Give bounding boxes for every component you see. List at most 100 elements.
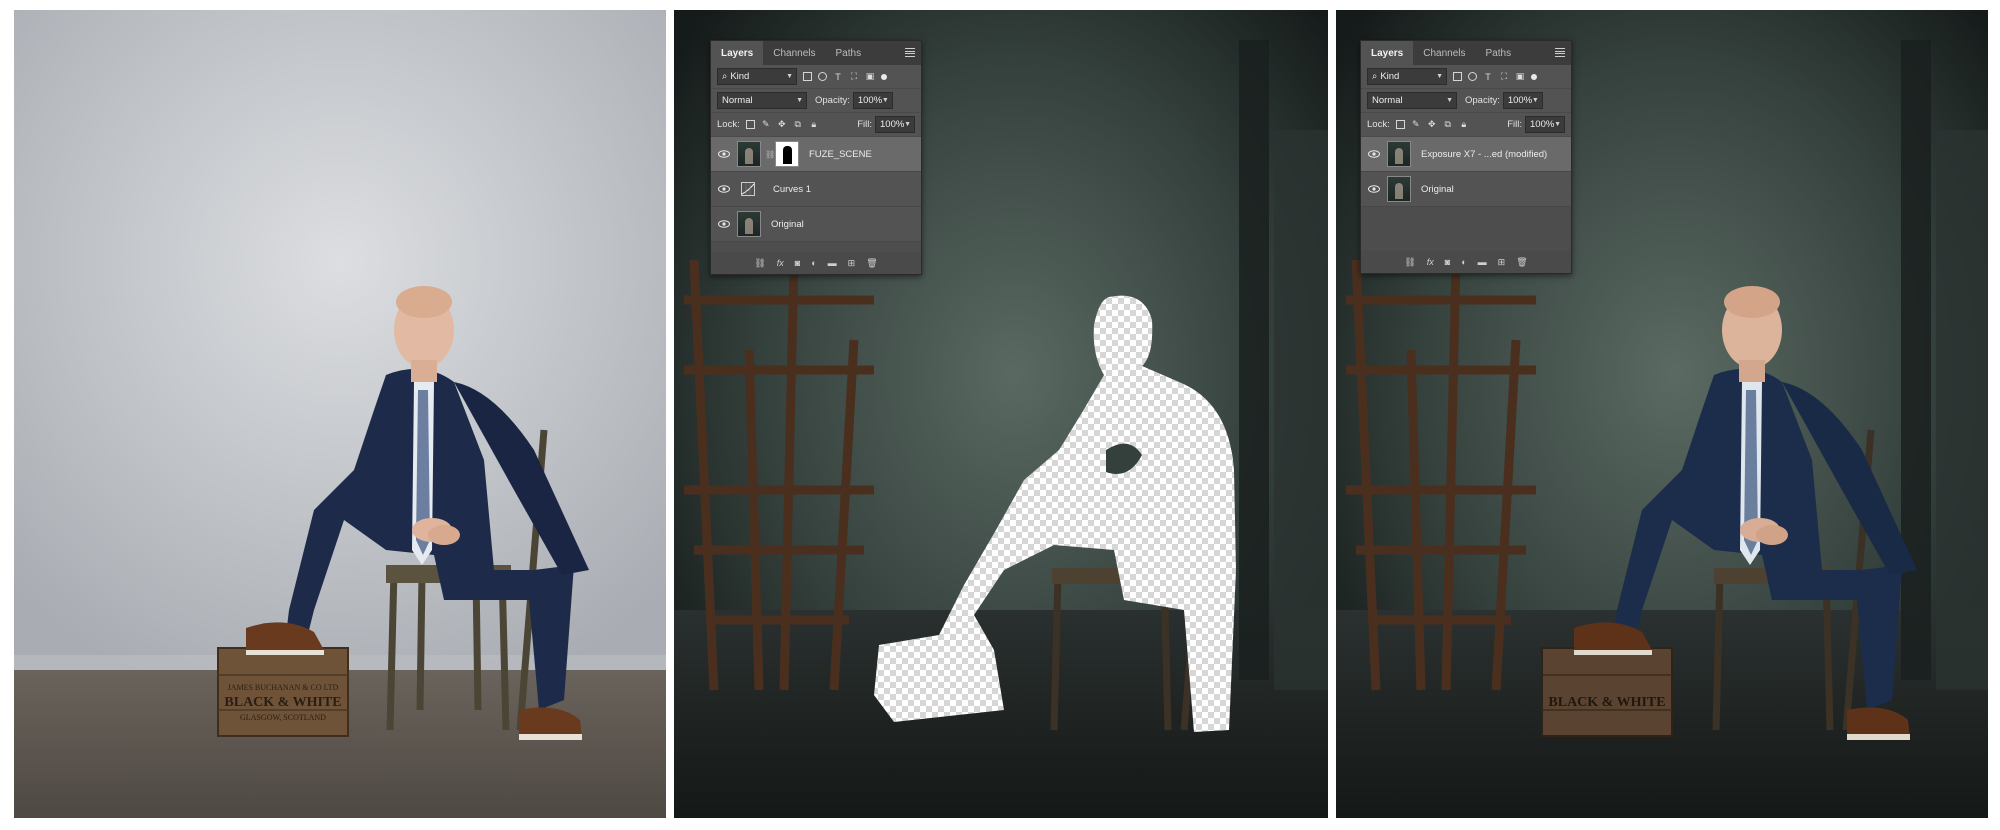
- blend-row: Normal ▼ Opacity: 100% ▼: [711, 89, 921, 113]
- link-layers-icon[interactable]: ⛓: [754, 258, 765, 269]
- fill-input[interactable]: 100% ▼: [875, 116, 915, 133]
- final-composite-panel: BLACK & WHITE Layers Channels Paths ⌕ Ki…: [1336, 10, 1988, 818]
- layers-panel: Layers Channels Paths ⌕ Kind ▼ T ⛶ ▣ Nor…: [1360, 40, 1572, 274]
- lock-label: Lock:: [1367, 119, 1390, 130]
- chevron-down-icon: ▼: [1436, 73, 1443, 80]
- filter-kind-select[interactable]: ⌕ Kind ▼: [717, 68, 797, 85]
- pixel-filter-icon[interactable]: [803, 72, 812, 81]
- curves-adjustment-icon: [737, 177, 759, 201]
- opacity-label: Opacity:: [815, 95, 850, 106]
- shape-filter-icon[interactable]: ⛶: [1499, 71, 1509, 82]
- opacity-input[interactable]: 100% ▼: [852, 92, 893, 109]
- lock-all-icon[interactable]: 🔒︎: [1459, 119, 1469, 130]
- layer-name: FUZE_SCENE: [809, 148, 872, 160]
- blend-mode-select[interactable]: Normal ▼: [717, 92, 807, 109]
- tab-paths[interactable]: Paths: [1476, 41, 1522, 65]
- folder-icon[interactable]: ▬: [828, 258, 837, 268]
- filter-row: ⌕ Kind ▼ T ⛶ ▣: [1361, 65, 1571, 89]
- layer-row[interactable]: Exposure X7 - ...ed (modified): [1361, 137, 1571, 172]
- eye-icon[interactable]: [717, 185, 731, 193]
- layer-thumbnail: [737, 141, 761, 167]
- smart-object-filter-icon[interactable]: ▣: [865, 71, 875, 82]
- layers-empty-area: [711, 242, 921, 252]
- fill-label: Fill:: [857, 119, 872, 130]
- panel-footer: ⛓ fx ◙ ◐ ▬ ⊞ 🗑︎: [1361, 251, 1571, 273]
- layer-row[interactable]: Original: [1361, 172, 1571, 207]
- lock-label: Lock:: [717, 119, 740, 130]
- pixel-filter-icon[interactable]: [1453, 72, 1462, 81]
- shape-filter-icon[interactable]: ⛶: [849, 71, 859, 82]
- new-layer-icon[interactable]: ⊞: [1498, 257, 1506, 268]
- whisky-crate: BLACK & WHITE: [1541, 647, 1673, 737]
- panel-tabs: Layers Channels Paths: [1361, 41, 1571, 65]
- layer-mask-thumbnail[interactable]: [775, 141, 799, 167]
- fx-icon[interactable]: fx: [1427, 257, 1434, 267]
- layer-name: Curves 1: [773, 183, 812, 195]
- tab-channels[interactable]: Channels: [1413, 41, 1475, 65]
- smart-object-filter-icon[interactable]: ▣: [1515, 71, 1525, 82]
- chevron-down-icon: ▼: [796, 97, 803, 104]
- original-photo-panel: JAMES BUCHANAN & CO LTD BLACK & WHITE GL…: [14, 10, 666, 818]
- panel-menu-icon[interactable]: [905, 48, 915, 57]
- lock-brush-icon[interactable]: ✎: [1411, 119, 1421, 130]
- layer-thumbnail: [1387, 176, 1411, 202]
- link-icon: ⛓: [765, 149, 776, 159]
- panel-menu-icon[interactable]: [1555, 48, 1565, 57]
- tab-layers[interactable]: Layers: [1361, 41, 1414, 65]
- chevron-down-icon: ▼: [1554, 121, 1561, 128]
- tab-channels[interactable]: Channels: [763, 41, 825, 65]
- filter-toggle-icon[interactable]: [1531, 73, 1537, 80]
- search-icon: ⌕: [722, 71, 728, 82]
- svg-text:BLACK & WHITE: BLACK & WHITE: [224, 695, 341, 710]
- trash-icon[interactable]: 🗑︎: [1516, 257, 1527, 268]
- folder-icon[interactable]: ▬: [1478, 257, 1487, 267]
- type-filter-icon[interactable]: T: [833, 72, 843, 82]
- filter-kind-select[interactable]: ⌕ Kind ▼: [1367, 68, 1447, 85]
- svg-text:JAMES BUCHANAN & CO LTD: JAMES BUCHANAN & CO LTD: [228, 683, 339, 692]
- lock-brush-icon[interactable]: ✎: [761, 119, 771, 130]
- lock-move-icon[interactable]: ✥: [1427, 119, 1437, 130]
- chevron-down-icon: ▼: [1446, 97, 1453, 104]
- fill-input[interactable]: 100% ▼: [1525, 116, 1565, 133]
- chevron-down-icon: ▼: [1531, 97, 1539, 104]
- add-mask-icon[interactable]: ◙: [795, 258, 800, 268]
- new-layer-icon[interactable]: ⊞: [848, 258, 856, 269]
- type-filter-icon[interactable]: T: [1483, 72, 1493, 82]
- eye-icon[interactable]: [1367, 185, 1381, 193]
- lock-all-icon[interactable]: 🔒︎: [809, 119, 819, 130]
- opacity-input[interactable]: 100% ▼: [1502, 92, 1543, 109]
- search-icon: ⌕: [1372, 71, 1378, 82]
- mask-scene-panel: Layers Channels Paths ⌕ Kind ▼ T ⛶ ▣ Nor…: [674, 10, 1328, 818]
- layer-name: Original: [1421, 183, 1454, 195]
- layers-empty-area: [1361, 207, 1571, 251]
- layer-row[interactable]: Original: [711, 207, 921, 242]
- blend-mode-select[interactable]: Normal ▼: [1367, 92, 1457, 109]
- adjustment-filter-icon[interactable]: [1468, 72, 1477, 81]
- adjustment-filter-icon[interactable]: [818, 72, 827, 81]
- eye-icon[interactable]: [717, 150, 731, 158]
- tab-paths[interactable]: Paths: [826, 41, 872, 65]
- eye-icon[interactable]: [717, 220, 731, 228]
- layer-row[interactable]: Curves 1: [711, 172, 921, 207]
- eye-icon[interactable]: [1367, 150, 1381, 158]
- blend-row: Normal ▼ Opacity: 100% ▼: [1361, 89, 1571, 113]
- filter-toggle-icon[interactable]: [881, 73, 887, 80]
- layer-thumbnail: [1387, 141, 1411, 167]
- adjustment-layer-icon[interactable]: ◐: [1461, 257, 1466, 267]
- lock-transparent-icon[interactable]: [745, 120, 755, 129]
- tab-layers[interactable]: Layers: [711, 41, 764, 65]
- lock-move-icon[interactable]: ✥: [777, 119, 787, 130]
- trash-icon[interactable]: 🗑︎: [866, 258, 877, 269]
- adjustment-layer-icon[interactable]: ◐: [811, 258, 816, 268]
- layer-row[interactable]: ⛓ FUZE_SCENE: [711, 137, 921, 172]
- lock-transparent-icon[interactable]: [1395, 120, 1405, 129]
- whisky-crate: JAMES BUCHANAN & CO LTD BLACK & WHITE GL…: [217, 647, 349, 737]
- link-layers-icon[interactable]: ⛓: [1404, 257, 1415, 268]
- lock-artboard-icon[interactable]: ⧉: [793, 119, 803, 130]
- add-mask-icon[interactable]: ◙: [1445, 257, 1450, 267]
- panel-footer: ⛓ fx ◙ ◐ ▬ ⊞ 🗑︎: [711, 252, 921, 274]
- lock-artboard-icon[interactable]: ⧉: [1443, 119, 1453, 130]
- filter-row: ⌕ Kind ▼ T ⛶ ▣: [711, 65, 921, 89]
- fx-icon[interactable]: fx: [777, 258, 784, 268]
- layers-panel: Layers Channels Paths ⌕ Kind ▼ T ⛶ ▣ Nor…: [710, 40, 922, 275]
